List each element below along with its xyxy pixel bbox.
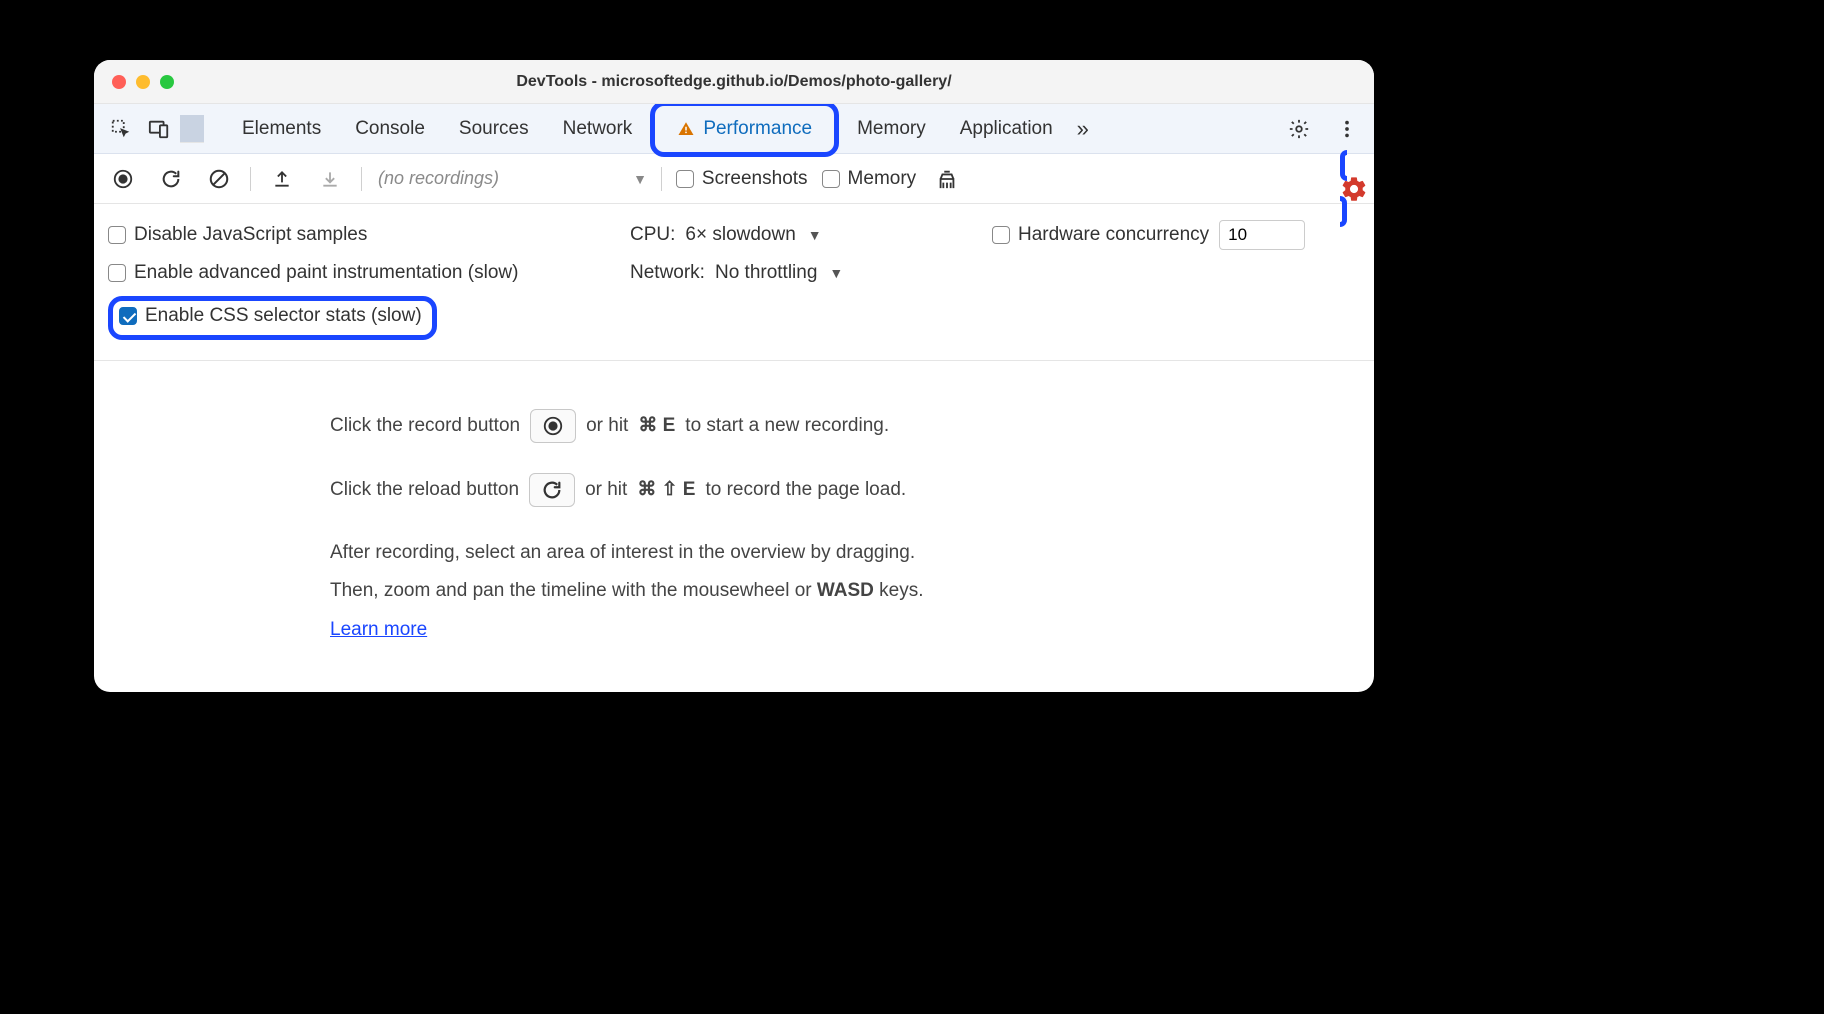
- warning-icon: [677, 120, 695, 138]
- inspect-element-icon[interactable]: [104, 112, 138, 146]
- memory-chk-label: Memory: [848, 168, 917, 190]
- tab-console[interactable]: Console: [339, 110, 441, 148]
- tab-performance-label: Performance: [703, 118, 812, 140]
- css-stats-label: Enable CSS selector stats (slow): [145, 305, 422, 327]
- settings-icon[interactable]: [1282, 112, 1316, 146]
- record-button[interactable]: [106, 162, 140, 196]
- inst-record-c: to start a new recording.: [685, 410, 889, 442]
- inst-reload-key: ⌘ ⇧ E: [637, 474, 695, 506]
- tab-memory[interactable]: Memory: [841, 110, 942, 148]
- network-throttling-select[interactable]: No throttling ▼: [715, 262, 843, 284]
- collect-garbage-icon[interactable]: [930, 162, 964, 196]
- window-controls: [112, 75, 174, 89]
- performance-landing: Click the record button or hit ⌘ E to st…: [94, 361, 1374, 646]
- recordings-dropdown[interactable]: (no recordings): [378, 168, 499, 189]
- network-label: Network:: [630, 262, 705, 284]
- inst-para1: After recording, select an area of inter…: [330, 537, 1374, 569]
- advanced-paint-label: Enable advanced paint instrumentation (s…: [134, 262, 518, 284]
- tab-sources[interactable]: Sources: [443, 110, 545, 148]
- learn-more-link[interactable]: Learn more: [330, 619, 427, 640]
- inst-record-a: Click the record button: [330, 410, 520, 442]
- reload-button-inline[interactable]: [529, 473, 575, 507]
- hardware-concurrency-input[interactable]: [1219, 220, 1305, 250]
- dropdown-caret-icon: ▼: [829, 265, 843, 281]
- upload-icon[interactable]: [265, 162, 299, 196]
- panel-tabs: Elements Console Sources Network Perform…: [226, 101, 1089, 157]
- disable-js-samples-checkbox[interactable]: Disable JavaScript samples: [108, 224, 367, 246]
- cpu-value: 6× slowdown: [685, 224, 795, 246]
- zoom-window-button[interactable]: [160, 75, 174, 89]
- tab-performance[interactable]: Performance: [661, 110, 828, 148]
- tab-elements[interactable]: Elements: [226, 110, 337, 148]
- cpu-throttling-select[interactable]: 6× slowdown ▼: [685, 224, 821, 246]
- window-titlebar: DevTools - microsoftedge.github.io/Demos…: [94, 60, 1374, 104]
- inst-record-b: or hit: [586, 410, 628, 442]
- disable-js-label: Disable JavaScript samples: [134, 224, 367, 246]
- inst-record-key: ⌘ E: [638, 410, 675, 442]
- dropdown-caret-icon: ▼: [808, 227, 822, 243]
- clear-button[interactable]: [202, 162, 236, 196]
- hw-concurrency-label: Hardware concurrency: [1018, 224, 1209, 246]
- inst-para2: Then, zoom and pan the timeline with the…: [330, 575, 1374, 607]
- reload-button[interactable]: [154, 162, 188, 196]
- window-title: DevTools - microsoftedge.github.io/Demos…: [94, 73, 1374, 91]
- capture-settings-icon[interactable]: [1340, 175, 1368, 203]
- screenshots-checkbox[interactable]: Screenshots: [676, 168, 808, 190]
- device-toggle-icon[interactable]: [142, 112, 176, 146]
- close-window-button[interactable]: [112, 75, 126, 89]
- record-button-inline[interactable]: [530, 409, 576, 443]
- tab-network[interactable]: Network: [547, 110, 649, 148]
- advanced-paint-checkbox[interactable]: Enable advanced paint instrumentation (s…: [108, 262, 518, 284]
- inst-reload-b: or hit: [585, 474, 627, 506]
- highlight-performance-tab: Performance: [650, 101, 839, 157]
- hardware-concurrency-checkbox[interactable]: Hardware concurrency: [992, 224, 1209, 246]
- minimize-window-button[interactable]: [136, 75, 150, 89]
- tab-application[interactable]: Application: [944, 110, 1069, 148]
- highlight-css-stats: Enable CSS selector stats (slow): [108, 296, 437, 340]
- performance-toolbar: (no recordings) ▼ Screenshots Memory: [94, 154, 1374, 204]
- dropdown-caret-icon: ▼: [633, 171, 647, 187]
- more-tabs-button[interactable]: »: [1077, 116, 1089, 142]
- download-icon[interactable]: [313, 162, 347, 196]
- capture-settings-panel: Disable JavaScript samples CPU: 6× slowd…: [94, 204, 1374, 361]
- memory-checkbox[interactable]: Memory: [822, 168, 917, 190]
- screenshots-label: Screenshots: [702, 168, 808, 190]
- inst-reload-a: Click the reload button: [330, 474, 519, 506]
- highlight-capture-settings: [1340, 150, 1368, 227]
- css-selector-stats-checkbox[interactable]: Enable CSS selector stats (slow): [119, 305, 422, 327]
- cpu-label: CPU:: [630, 224, 675, 246]
- inst-reload-c: to record the page load.: [705, 474, 906, 506]
- more-options-icon[interactable]: [1330, 112, 1364, 146]
- devtools-window: DevTools - microsoftedge.github.io/Demos…: [94, 60, 1374, 692]
- network-value: No throttling: [715, 262, 817, 284]
- devtools-tabbar: Elements Console Sources Network Perform…: [94, 104, 1374, 154]
